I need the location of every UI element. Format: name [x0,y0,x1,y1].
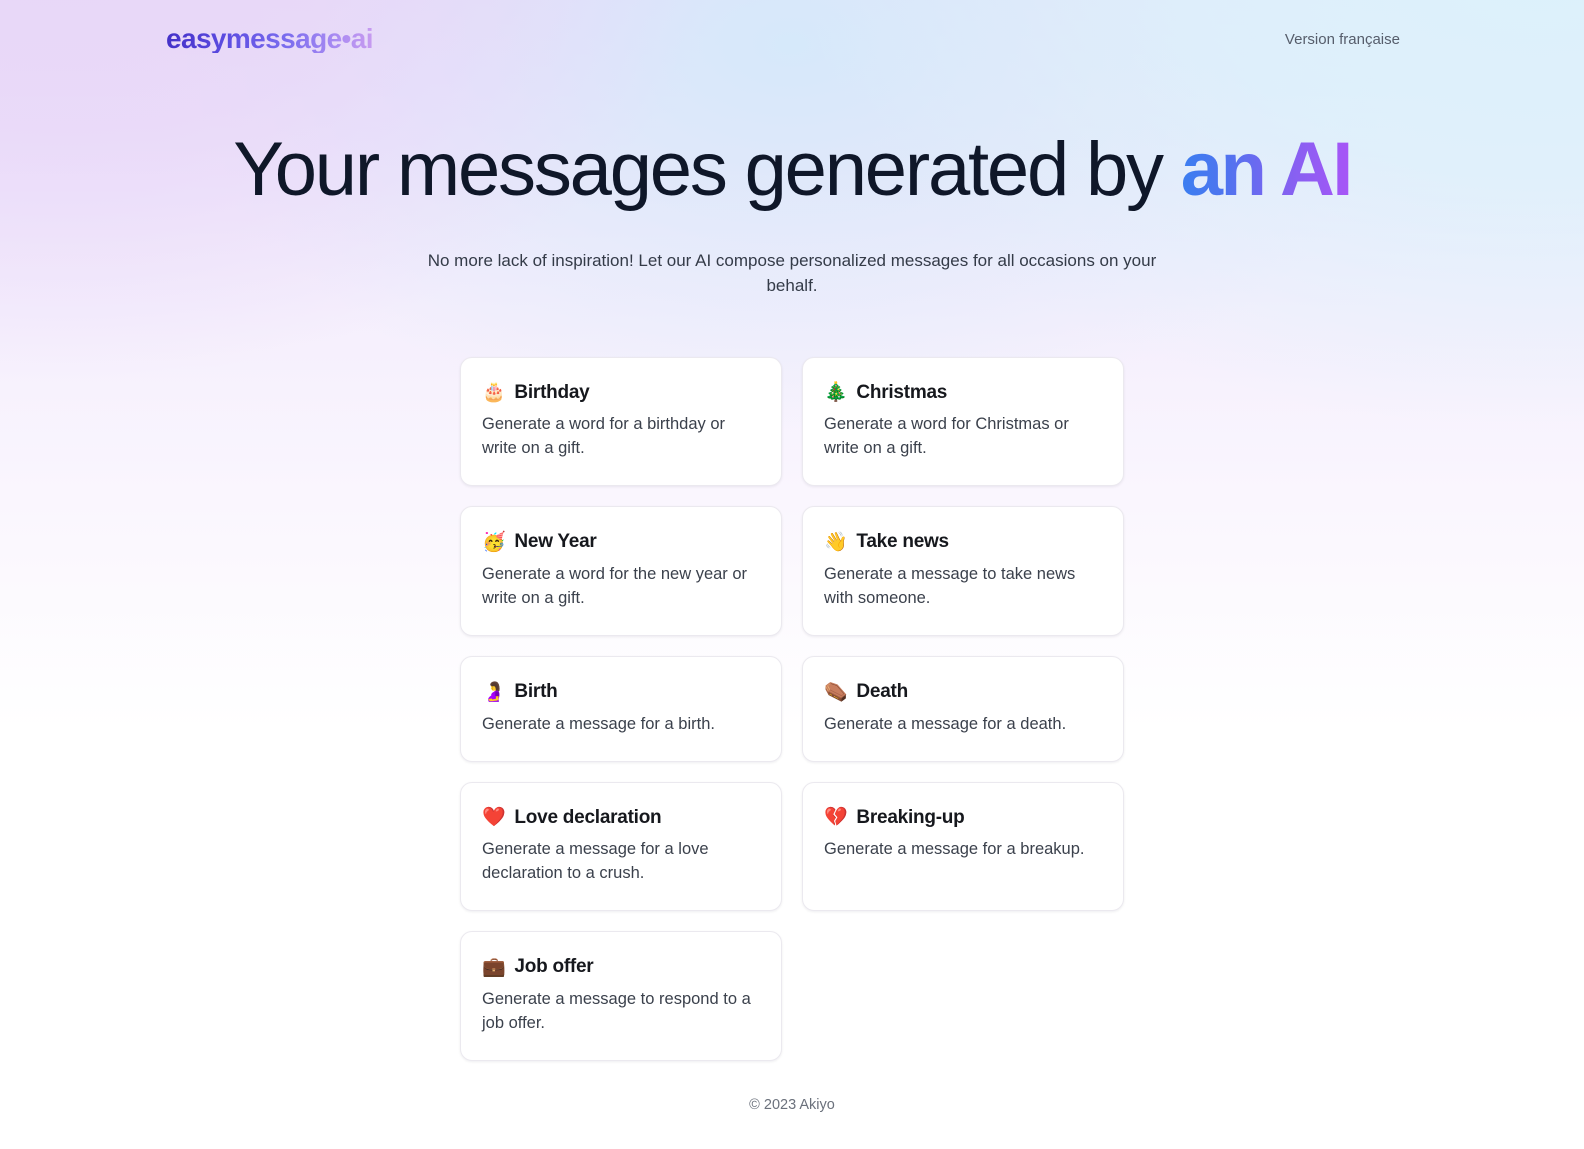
occasion-card-death[interactable]: ⚰️ Death Generate a message for a death. [802,655,1124,762]
occasion-card-title-row: 🎄 Christmas [824,382,1101,405]
occasion-card-take-news[interactable]: 👋 Take news Generate a message to take new… [802,506,1124,636]
occasion-card-description: Generate a word for Christmas or write o… [824,415,1069,458]
partying-face-icon: 🥳 [482,531,506,554]
page-title-accent: an AI [1180,127,1354,212]
occasion-card-title-row: 💔 Breaking-up [824,807,1101,830]
occasion-card-description: Generate a message to respond to a job o… [482,989,751,1032]
occasion-card-breaking-up[interactable]: 💔 Breaking-up Generate a message for a bre… [802,781,1124,912]
occasion-card-title-row: 🎂 Birthday [482,382,759,405]
occasion-card-description: Generate a message for a death. [824,714,1067,733]
birthday-cake-icon: 🎂 [482,381,506,404]
occasion-card-title-row: 💼 Job offer [482,956,759,979]
christmas-tree-icon: 🎄 [824,381,848,404]
occasion-card-title-row: ❤️ Love declaration [482,807,759,830]
occasion-card-description: Generate a message to take news with som… [824,564,1076,607]
red-heart-icon: ❤️ [482,806,506,829]
occasion-card-label: Job offer [514,956,594,978]
broken-heart-icon: 💔 [824,806,848,829]
occasion-card-label: Birth [514,680,558,702]
coffin-icon: ⚰️ [824,680,848,703]
occasion-cards-section: 🎂 Birthday Generate a word for a birthday … [0,299,1584,1061]
occasion-card-christmas[interactable]: 🎄 Christmas Generate a word for Christmas … [802,356,1124,487]
language-switch-link[interactable]: Version française [1285,31,1400,48]
site-header: easymessage•ai Version française [0,0,1584,78]
occasion-card-description: Generate a message for a birth. [482,714,715,733]
occasion-card-title-row: 🥳 New Year [482,531,759,554]
occasion-card-description: Generate a word for the new year or writ… [482,564,748,607]
occasion-card-label: Take news [856,531,949,553]
occasion-card-title-row: 🤰 Birth [482,681,759,704]
occasion-card-love-declaration[interactable]: ❤️ Love declaration Generate a message for… [460,781,782,912]
occasion-card-birth[interactable]: 🤰 Birth Generate a message for a birth. [460,655,782,762]
page-title-main: Your messages generated by [233,127,1181,212]
occasion-card-title-row: ⚰️ Death [824,681,1101,704]
briefcase-icon: 💼 [482,956,506,979]
page-root: easymessage•ai Version française Your me… [0,0,1584,1113]
occasion-card-job-offer[interactable]: 💼 Job offer Generate a message to respond … [460,931,782,1061]
occasion-card-label: Love declaration [514,806,662,828]
occasion-card-new-year[interactable]: 🥳 New Year Generate a word for the new yea… [460,506,782,636]
pregnant-woman-icon: 🤰 [482,680,506,703]
waving-hand-icon: 👋 [824,531,848,554]
occasion-card-description: Generate a message for a breakup. [824,840,1085,859]
occasion-card-label: Death [856,680,908,702]
occasion-card-title-row: 👋 Take news [824,531,1101,554]
page-title: Your messages generated by an AI [0,127,1584,212]
occasion-card-birthday[interactable]: 🎂 Birthday Generate a word for a birthday … [460,356,782,487]
occasion-card-label: Breaking-up [856,806,965,828]
hero-subtitle: No more lack of inspiration! Let our AI … [427,250,1157,295]
occasion-card-label: New Year [514,531,597,553]
brand-logo[interactable]: easymessage•ai [166,25,374,53]
occasion-cards-grid: 🎂 Birthday Generate a word for a birthday … [460,356,1124,1061]
occasion-card-label: Christmas [856,381,948,403]
occasion-card-label: Birthday [514,381,590,403]
hero-section: Your messages generated by an AI No more… [0,78,1584,299]
occasion-card-description: Generate a word for a birthday or write … [482,415,726,458]
occasion-card-description: Generate a message for a love declaratio… [482,840,709,883]
